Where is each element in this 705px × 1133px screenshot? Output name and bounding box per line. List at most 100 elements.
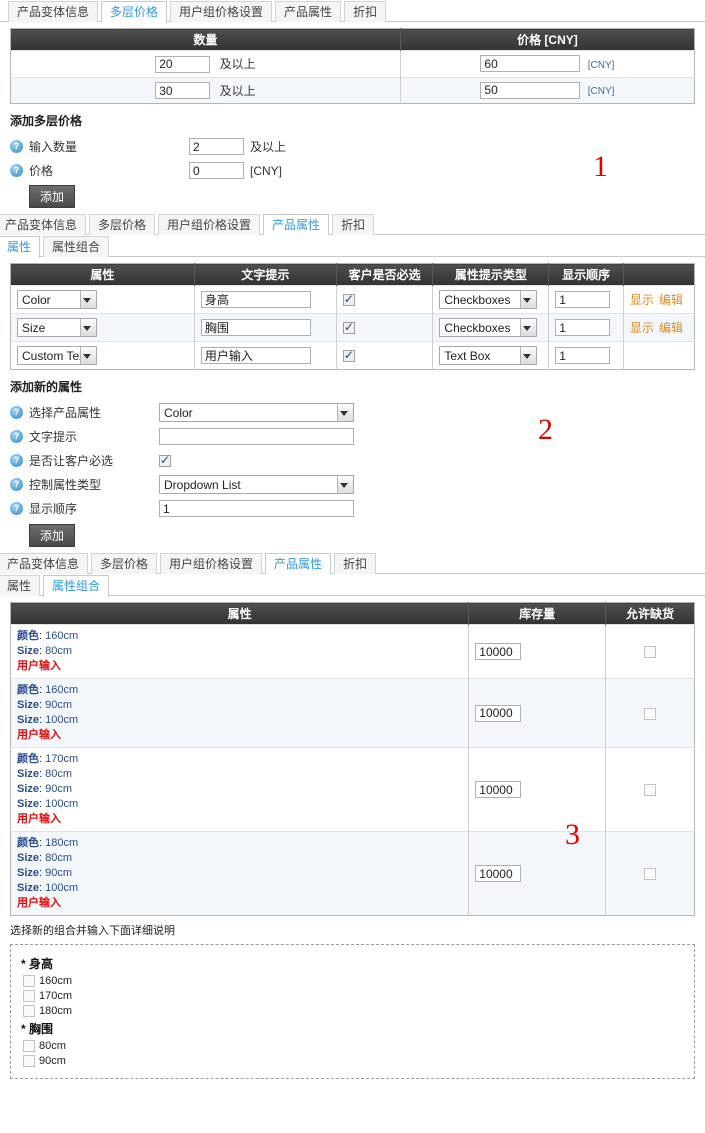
option-label: 80cm [39,1040,66,1053]
add-attribute-section: 添加新的属性 ? 选择产品属性 Color ? 文字提示 ? 是否让客户必选 ?… [0,370,705,549]
option-checkbox[interactable] [23,1005,35,1018]
cell-text-tip [194,285,337,314]
option-item[interactable]: 80cm [23,1040,684,1053]
tab-product-variant-info[interactable]: 产品变体信息 [0,553,89,574]
tab-tier-price[interactable]: 多层价格 [91,553,158,574]
text-tip-input[interactable] [200,291,311,308]
cell-display-order [548,341,624,370]
attr-key: Size [17,798,40,810]
tab-discount[interactable]: 折扣 [332,214,375,235]
tab-usergroup-price[interactable]: 用户组价格设置 [170,1,273,22]
cell-allow-backorder [605,624,695,679]
attr-val: 100cm [45,798,79,810]
new-required-checkbox[interactable] [159,453,171,467]
allow-backorder-checkbox[interactable] [644,646,657,659]
quantity-input[interactable] [155,55,211,73]
new-attribute-select[interactable]: Color [159,403,354,422]
attr-key: Size [17,768,40,780]
subtab-attributes[interactable]: 属性 [0,575,41,596]
tab-product-attributes[interactable]: 产品属性 [275,1,342,22]
attr-val: 100cm [45,714,79,726]
tab-product-variant-info[interactable]: 产品变体信息 [8,1,99,22]
control-type-value: Checkboxes [444,293,511,307]
stock-input[interactable] [475,704,522,722]
help-icon[interactable]: ? [10,164,23,177]
control-type-select[interactable]: Text Box [439,346,538,365]
option-item[interactable]: 170cm [23,990,684,1003]
edit-link[interactable]: 编辑 [659,321,683,335]
text-tip-input[interactable] [200,347,311,364]
new-text-tip-input[interactable] [159,428,354,445]
attr-line: Size: 90cm [17,783,73,795]
display-order-input[interactable] [555,319,611,336]
help-icon[interactable]: ? [10,502,23,515]
table-row: Color Checkboxes 显示编辑 [10,285,695,314]
attribute-select[interactable]: Size [17,318,97,337]
allow-backorder-checkbox[interactable] [644,784,657,797]
quantity-input[interactable] [155,82,211,99]
tab-tier-price[interactable]: 多层价格 [89,214,156,235]
required-checkbox[interactable] [342,292,355,307]
display-order-input[interactable] [555,347,611,364]
option-checkbox[interactable] [23,1040,35,1053]
attr-line: 颜色: 160cm [17,684,79,696]
option-item[interactable]: 160cm [23,975,684,988]
tab-product-attributes[interactable]: 产品属性 [265,553,332,575]
show-link[interactable]: 显示 [630,293,654,307]
label-select-attribute: 选择产品属性 [29,406,102,420]
allow-backorder-checkbox[interactable] [644,707,657,720]
new-price-input[interactable] [189,162,244,179]
control-type-select[interactable]: Checkboxes [439,318,538,337]
price-input[interactable] [480,81,581,99]
required-checkbox[interactable] [342,320,355,335]
tab-usergroup-price[interactable]: 用户组价格设置 [158,214,261,235]
new-control-type-select[interactable]: Dropdown List [159,475,354,494]
subtab-attribute-combination[interactable]: 属性组合 [43,575,110,597]
subtab-attributes[interactable]: 属性 [0,236,41,258]
tab-product-attributes[interactable]: 产品属性 [263,214,330,236]
tab-discount[interactable]: 折扣 [334,553,377,574]
add-attribute-button[interactable]: 添加 [29,524,76,547]
show-link[interactable]: 显示 [630,321,654,335]
subtab-attribute-combination[interactable]: 属性组合 [43,236,110,257]
field-row-required: ? 是否让客户必选 [10,449,695,472]
add-tier-price-button[interactable]: 添加 [29,185,76,208]
option-checkbox[interactable] [23,975,35,988]
stock-input[interactable] [475,643,522,660]
cell-required [336,341,434,370]
option-item[interactable]: 90cm [23,1055,684,1068]
attribute-select[interactable]: Custom Text [17,346,97,365]
control-type-select[interactable]: Checkboxes [439,290,538,309]
price-input[interactable] [480,55,581,73]
new-display-order-input[interactable] [159,500,354,517]
help-icon[interactable]: ? [10,430,23,443]
stock-input[interactable] [475,865,522,882]
tab-usergroup-price[interactable]: 用户组价格设置 [160,553,263,574]
cell-combo-attribute: 颜色: 160cm Size: 80cm 用户输入 [10,624,470,679]
display-order-input[interactable] [555,291,611,308]
help-icon[interactable]: ? [10,406,23,419]
text-tip-input[interactable] [200,319,311,336]
option-item[interactable]: 180cm [23,1005,684,1018]
attribute-table: 属性 文字提示 客户是否必选 属性提示类型 显示顺序 Color 身高 ✓ Ch… [10,263,695,370]
attr-val: 80cm [45,645,73,657]
option-checkbox[interactable] [23,1055,35,1068]
help-icon[interactable]: ? [10,478,23,491]
stock-input[interactable] [475,781,522,798]
attribute-select[interactable]: Color [17,290,97,309]
tab-tier-price[interactable]: 多层价格 [101,1,168,23]
edit-link[interactable]: 编辑 [659,293,683,307]
help-icon[interactable]: ? [10,140,23,153]
help-icon[interactable]: ? [10,454,23,467]
attr-note: 用户输入 [17,729,61,741]
tab-discount[interactable]: 折扣 [344,1,387,22]
new-quantity-suffix: 及以上 [250,140,287,154]
attr-line: Size: 80cm [17,768,73,780]
option-checkbox[interactable] [23,990,35,1003]
tab-product-variant-info[interactable]: 产品变体信息 [0,214,87,235]
new-quantity-input[interactable] [189,138,244,155]
attribute-select-value: Custom Text [22,349,89,363]
required-checkbox[interactable] [342,348,355,363]
allow-backorder-checkbox[interactable] [644,868,657,881]
cell-text-tip [194,313,337,342]
